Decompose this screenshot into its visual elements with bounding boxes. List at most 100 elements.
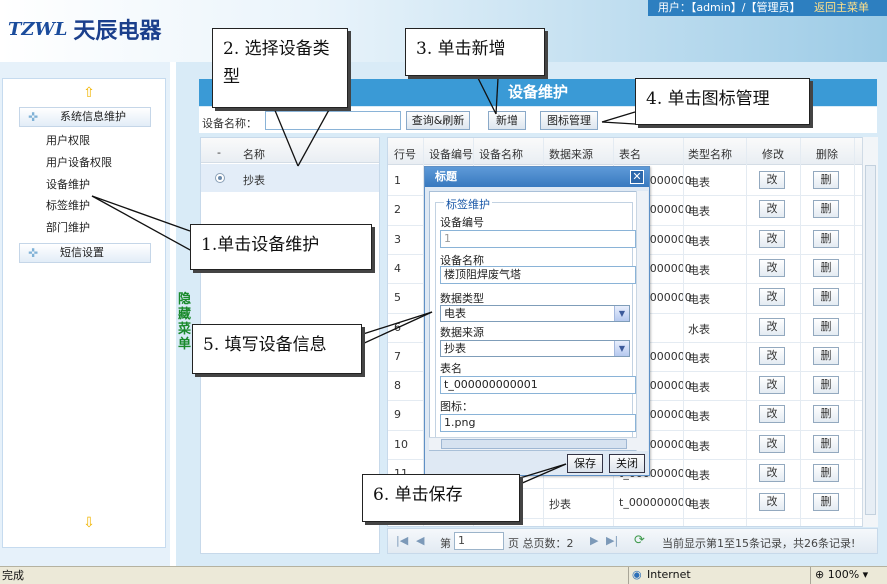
close-icon[interactable]: ✕ <box>630 170 644 184</box>
chevron-down-icon[interactable]: ▼ <box>614 306 629 321</box>
scroll-down-arrow-icon[interactable]: ⇩ <box>83 516 95 530</box>
prev-page-icon[interactable]: ◀ <box>416 534 424 547</box>
data-type-value: 电表 <box>444 307 466 320</box>
edit-row-button[interactable]: 改 <box>759 229 785 248</box>
delete-row-button[interactable]: 删 <box>813 317 839 336</box>
next-page-icon[interactable]: ▶ <box>590 534 598 547</box>
icon-manage-button[interactable]: 图标管理 <box>540 111 598 130</box>
hide-menu-toggle[interactable]: 隐藏菜单 <box>178 292 192 352</box>
query-refresh-button[interactable]: 查询&刷新 <box>406 111 470 130</box>
callout-step6: 6. 单击保存 <box>362 474 520 522</box>
edit-row-button[interactable]: 改 <box>759 376 785 395</box>
search-label: 设备名称： <box>202 117 257 130</box>
callout-step2: 2. 选择设备类型 <box>212 28 348 108</box>
delete-row-button[interactable]: 删 <box>813 376 839 395</box>
first-page-icon[interactable]: |◀ <box>396 534 408 547</box>
device-no-input[interactable]: 1 <box>440 230 636 248</box>
edit-row-button[interactable]: 改 <box>759 171 785 189</box>
edit-row-button[interactable]: 改 <box>759 493 785 512</box>
type-row[interactable]: 抄表 <box>201 164 379 192</box>
callout-step4: 4. 单击图标管理 <box>635 78 810 125</box>
device-grid-scrollbar[interactable] <box>862 137 878 527</box>
refresh-icon[interactable]: ⟳ <box>634 533 645 548</box>
device-name-input[interactable]: 楼顶阻焊废气塔 <box>440 266 636 284</box>
scrollbar-thumb[interactable] <box>441 439 627 449</box>
data-type-label: 数据类型 <box>440 292 484 305</box>
sidebar-item-department-maintenance[interactable]: 部门维护 <box>46 219 90 235</box>
page-number-input[interactable]: 1 <box>454 532 504 550</box>
scroll-up-arrow-icon[interactable]: ⇧ <box>83 86 95 100</box>
user-info: 用户：【admin】/【管理员】 <box>657 1 801 14</box>
dialog-body: 标签维护 设备编号 1 设备名称 楼顶阻焊废气塔 数据类型 电表 ▼ 数据来源 … <box>429 191 647 451</box>
edit-row-button[interactable]: 改 <box>759 464 785 482</box>
delete-row-button[interactable]: 删 <box>813 288 839 307</box>
delete-row-button[interactable]: 删 <box>813 493 839 512</box>
edit-row-button[interactable]: 改 <box>759 200 785 219</box>
brand-logo: TZWL 天辰电器 <box>8 14 162 45</box>
logo-mark: TZWL <box>8 18 68 40</box>
sidebar-panel: ⇧ ✜ 系统信息维护 用户权限 用户设备权限 设备维护 标签维护 部门维护 ✜ … <box>2 78 166 548</box>
chevron-down-icon[interactable]: ▼ <box>614 341 629 356</box>
cell-no: 5 <box>394 291 401 305</box>
table-name-input[interactable]: t_000000000001 <box>440 376 636 394</box>
add-button[interactable]: 新增 <box>488 111 526 130</box>
close-button[interactable]: 关闭 <box>609 454 645 473</box>
column-divider <box>800 138 801 526</box>
edit-row-button[interactable]: 改 <box>759 405 785 424</box>
sidebar-group-label: 短信设置 <box>60 246 104 259</box>
edit-row-button[interactable]: 改 <box>759 288 785 307</box>
icon-input[interactable]: 1.png <box>440 414 636 432</box>
sidebar-group-sms[interactable]: ✜ 短信设置 <box>19 243 151 263</box>
dialog-title: 标题 <box>425 167 649 187</box>
column-divider <box>683 138 684 526</box>
delete-row-button[interactable]: 删 <box>813 464 839 482</box>
save-button[interactable]: 保存 <box>567 454 603 473</box>
delete-row-button[interactable]: 删 <box>813 405 839 424</box>
zone-label: Internet <box>647 568 691 581</box>
dialog-horizontal-scrollbar[interactable] <box>429 437 637 450</box>
edit-row-button[interactable]: 改 <box>759 346 785 365</box>
cell-type: 电表 <box>688 205 710 219</box>
device-grid-header: 行号 设备编号 设备名称 数据来源 表名 类型名称 修改 删除 <box>388 138 877 165</box>
cell-no: 7 <box>394 349 401 363</box>
delete-row-button[interactable]: 删 <box>813 258 839 277</box>
back-to-main-link[interactable]: 返回主菜单 <box>814 1 869 14</box>
row-radio[interactable] <box>215 173 225 183</box>
device-name-search-input[interactable] <box>265 111 401 130</box>
sidebar-group-system[interactable]: ✜ 系统信息维护 <box>19 107 151 127</box>
cell-type: 电表 <box>688 176 710 189</box>
chevron-down-icon[interactable]: ▾ <box>863 568 869 581</box>
delete-row-button[interactable]: 删 <box>813 200 839 219</box>
cell-table: t_000000000 <box>619 496 692 510</box>
cell-type: 电表 <box>688 263 710 277</box>
cell-type: 电表 <box>688 293 710 307</box>
dialog-vertical-scrollbar[interactable] <box>636 191 648 451</box>
edit-row-button[interactable]: 改 <box>759 258 785 277</box>
device-edit-dialog: 标题 ✕ 标签维护 设备编号 1 设备名称 楼顶阻焊废气塔 数据类型 电表 ▼ … <box>424 166 650 476</box>
data-source-label: 数据来源 <box>440 326 484 339</box>
edit-row-button[interactable]: 改 <box>759 317 785 336</box>
sidebar-item-user-device-permissions[interactable]: 用户设备权限 <box>46 154 112 170</box>
logo-text: 天辰电器 <box>73 19 162 44</box>
sidebar-item-user-permissions[interactable]: 用户权限 <box>46 132 90 148</box>
device-no-label: 设备编号 <box>440 216 484 229</box>
cell-type: 电表 <box>688 351 710 365</box>
table-name-label: 表名 <box>440 362 462 375</box>
delete-row-button[interactable]: 删 <box>813 346 839 365</box>
menu-bullet-icon: ✜ <box>28 246 39 260</box>
cell-no: 2 <box>394 203 401 217</box>
record-summary: 当前显示第1至15条记录，共26条记录! <box>662 537 856 550</box>
delete-row-button[interactable]: 删 <box>813 171 839 189</box>
security-zone: ◉ Internet <box>628 567 691 584</box>
edit-row-button[interactable]: 改 <box>759 434 785 453</box>
column-header: 名称 <box>243 148 265 161</box>
sidebar-item-tag-maintenance[interactable]: 标签维护 <box>46 197 90 213</box>
data-source-select[interactable]: 抄表 ▼ <box>440 340 630 357</box>
zoom-control[interactable]: ⊕ 100% ▾ <box>810 567 868 584</box>
scrollbar-thumb[interactable] <box>865 165 876 515</box>
sidebar-item-device-maintenance[interactable]: 设备维护 <box>46 176 90 192</box>
delete-row-button[interactable]: 删 <box>813 229 839 248</box>
last-page-icon[interactable]: ▶| <box>606 534 618 547</box>
delete-row-button[interactable]: 删 <box>813 434 839 453</box>
data-type-select[interactable]: 电表 ▼ <box>440 305 630 322</box>
